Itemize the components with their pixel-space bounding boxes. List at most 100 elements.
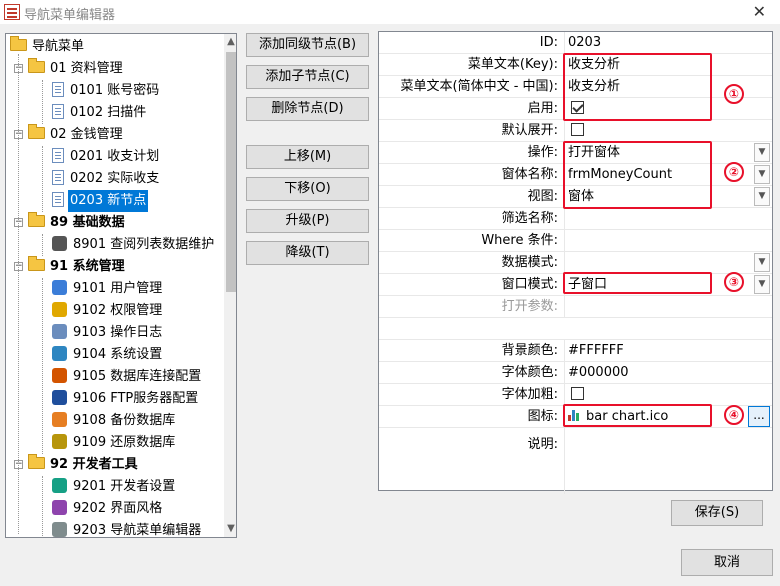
browse-icon-button[interactable]: ...: [748, 406, 770, 427]
tree-item[interactable]: 0203 新节点: [52, 190, 149, 212]
cancel-button[interactable]: 取消: [681, 549, 773, 576]
tree-item[interactable]: 9102 权限管理: [52, 300, 164, 322]
table-icon: [52, 236, 67, 251]
folder-icon: [28, 212, 45, 227]
tree-item-label: 01 资料管理: [50, 61, 123, 76]
chevron-down-icon[interactable]: ▼: [754, 275, 770, 294]
restore-icon: [52, 434, 67, 449]
tree-root[interactable]: 导航菜单: [10, 36, 86, 58]
property-grid: ID: 0203 菜单文本(Key): 收支分析 菜单文本(简体中文 - 中国): 收…: [378, 31, 773, 494]
filter-name-input[interactable]: [566, 208, 772, 229]
tree-item-label: 8901 查阅列表数据维护: [73, 237, 215, 252]
annotation-marker-2: ②: [724, 162, 744, 182]
tree-guide-line: [42, 476, 43, 537]
annotation-marker-1: ①: [724, 84, 744, 104]
prop-description[interactable]: 说明:: [379, 428, 772, 494]
tree-item[interactable]: −91 系统管理: [14, 256, 127, 278]
chevron-down-icon[interactable]: ▼: [754, 187, 770, 206]
operation-select[interactable]: 打开窗体 ▼: [566, 142, 772, 163]
prop-open-params: 打开参数:: [379, 296, 772, 318]
prop-form-name[interactable]: 窗体名称: frmMoneyCount ▼: [379, 164, 772, 186]
tree-item[interactable]: −92 开发者工具: [14, 454, 140, 476]
folder-open-icon: [10, 36, 27, 51]
tree-item-label: 9202 界面风格: [73, 501, 163, 516]
tree-item[interactable]: 0102 扫描件: [52, 102, 148, 124]
move-down-button[interactable]: 下移(O): [246, 177, 369, 201]
tree-item[interactable]: 0201 收支计划: [52, 146, 161, 168]
doc-icon: [52, 170, 64, 185]
tree-item[interactable]: −01 资料管理: [14, 58, 125, 80]
prop-font-color[interactable]: 字体颜色: #000000: [379, 362, 772, 384]
scroll-thumb[interactable]: [226, 52, 236, 292]
tree-item[interactable]: 9104 系统设置: [52, 344, 164, 366]
tree-item[interactable]: −89 基础数据: [14, 212, 127, 234]
font-color-input[interactable]: #000000: [566, 362, 772, 383]
grid-separator: [379, 318, 772, 340]
tree-item[interactable]: 0101 账号密码: [52, 80, 161, 102]
tree-guide-line: [42, 278, 43, 454]
tree-item[interactable]: 9105 数据库连接配置: [52, 366, 203, 388]
prop-window-mode[interactable]: 窗口模式: 子窗口 ▼: [379, 274, 772, 296]
prop-where[interactable]: Where 条件:: [379, 230, 772, 252]
tree-item[interactable]: 9106 FTP服务器配置: [52, 388, 200, 410]
save-button[interactable]: 保存(S): [671, 500, 763, 526]
chevron-down-icon[interactable]: ▼: [754, 165, 770, 184]
tree-item-label: 9102 权限管理: [73, 303, 163, 318]
prop-data-mode[interactable]: 数据模式: ▼: [379, 252, 772, 274]
tree-item[interactable]: 9101 用户管理: [52, 278, 164, 300]
tree-scrollbar[interactable]: ▲ ▼: [224, 34, 236, 537]
tree-item[interactable]: −02 金钱管理: [14, 124, 125, 146]
chevron-down-icon[interactable]: ▼: [754, 253, 770, 272]
data-mode-select[interactable]: ▼: [566, 252, 772, 273]
prop-menu-text-zh[interactable]: 菜单文本(简体中文 - 中国): 收支分析: [379, 76, 772, 98]
tree-item[interactable]: 9108 备份数据库: [52, 410, 177, 432]
tree-item[interactable]: 0202 实际收支: [52, 168, 161, 190]
prop-bg-color[interactable]: 背景颜色: #FFFFFF: [379, 340, 772, 362]
prop-filter-name[interactable]: 筛选名称:: [379, 208, 772, 230]
demote-button[interactable]: 降级(T): [246, 241, 369, 265]
where-input[interactable]: [566, 230, 772, 251]
scroll-down-icon[interactable]: ▼: [224, 521, 236, 537]
prop-view[interactable]: 视图: 窗体 ▼: [379, 186, 772, 208]
description-input[interactable]: [566, 428, 772, 494]
doc-icon: [52, 192, 64, 207]
view-select[interactable]: 窗体 ▼: [566, 186, 772, 207]
tree-item-label: 0201 收支计划: [70, 149, 160, 164]
tree-guide-line: [18, 54, 19, 534]
chevron-down-icon[interactable]: ▼: [754, 143, 770, 162]
tree-item-label: 89 基础数据: [50, 215, 125, 230]
tree-item-label: 9203 导航菜单编辑器: [73, 523, 202, 538]
promote-button[interactable]: 升级(P): [246, 209, 369, 233]
delete-node-button[interactable]: 删除节点(D): [246, 97, 369, 121]
prop-enabled[interactable]: 启用:: [379, 98, 772, 120]
font-bold-checkbox[interactable]: [571, 387, 584, 400]
prop-menu-text-key[interactable]: 菜单文本(Key): 收支分析: [379, 54, 772, 76]
navigation-tree[interactable]: 导航菜单 −01 资料管理 0101 账号密码 0102 扫描件 −02 金钱管理 02…: [5, 33, 237, 538]
close-button[interactable]: ✕: [753, 2, 766, 21]
tree-item[interactable]: 9201 开发者设置: [52, 476, 177, 498]
folder-icon: [28, 124, 45, 139]
add-child-button[interactable]: 添加子节点(C): [246, 65, 369, 89]
add-sibling-button[interactable]: 添加同级节点(B): [246, 33, 369, 57]
annotation-marker-4: ④: [724, 405, 744, 425]
tree-item[interactable]: 9203 导航菜单编辑器: [52, 520, 203, 538]
tree-item-label: 9109 还原数据库: [73, 435, 176, 450]
prop-default-expand[interactable]: 默认展开:: [379, 120, 772, 142]
scroll-up-icon[interactable]: ▲: [224, 34, 236, 50]
doc-icon: [52, 82, 64, 97]
bg-color-input[interactable]: #FFFFFF: [566, 340, 772, 361]
enabled-checkbox[interactable]: [571, 101, 584, 114]
tree-item-label: 9101 用户管理: [73, 281, 163, 296]
tree-item[interactable]: 9103 操作日志: [52, 322, 164, 344]
move-up-button[interactable]: 上移(M): [246, 145, 369, 169]
prop-font-bold[interactable]: 字体加粗:: [379, 384, 772, 406]
prop-icon[interactable]: 图标: bar chart.ico...: [379, 406, 772, 428]
default-expand-checkbox[interactable]: [571, 123, 584, 136]
tree-item[interactable]: 8901 查阅列表数据维护: [52, 234, 216, 256]
menu-text-key-input[interactable]: 收支分析: [566, 54, 772, 75]
tree-item-label: 9201 开发者设置: [73, 479, 176, 494]
tree-item-label: 9103 操作日志: [73, 325, 163, 340]
tree-item[interactable]: 9202 界面风格: [52, 498, 164, 520]
prop-operation[interactable]: 操作: 打开窗体 ▼: [379, 142, 772, 164]
tree-item[interactable]: 9109 还原数据库: [52, 432, 177, 454]
